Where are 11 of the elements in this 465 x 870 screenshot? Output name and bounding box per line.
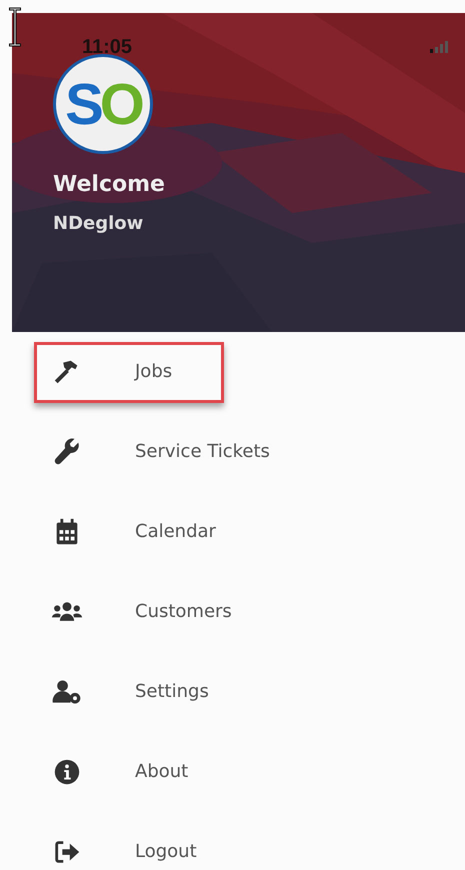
menu-item[interactable]: Logout [34, 822, 224, 870]
welcome-text: Welcome [53, 172, 166, 197]
username: NDeglow [53, 213, 144, 234]
menu-item[interactable]: About [34, 742, 224, 802]
menu-item[interactable]: Settings [34, 662, 224, 722]
menu-item[interactable]: Service Tickets [34, 422, 283, 482]
menu-item[interactable]: Customers [34, 582, 245, 642]
menu-item[interactable]: Calendar [34, 502, 229, 562]
text-cursor-icon [8, 7, 22, 47]
menu-item[interactable]: Jobs [34, 342, 224, 402]
signal-icon [429, 41, 451, 53]
